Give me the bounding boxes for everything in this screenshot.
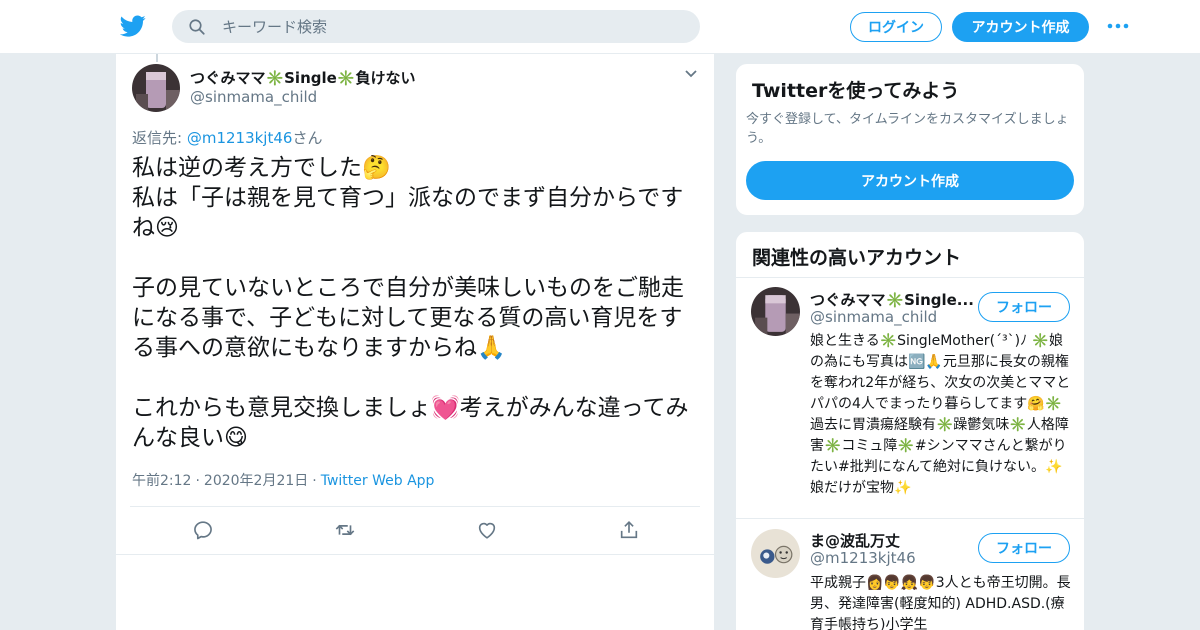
more-dots-icon[interactable] xyxy=(1106,18,1130,34)
related-accounts-card: 関連性の高いアカウント つぐみママ✳️Single... @sinmama_ch… xyxy=(735,231,1085,630)
account-name[interactable]: ま@波乱万丈 xyxy=(810,530,900,551)
follow-button[interactable]: フォロー xyxy=(978,533,1070,563)
retweet-icon[interactable] xyxy=(334,519,356,541)
chevron-down-icon[interactable] xyxy=(683,68,699,80)
signup-card-button[interactable]: アカウント作成 xyxy=(746,161,1074,200)
tweet-source-link[interactable]: Twitter Web App xyxy=(321,473,435,489)
meta-separator: · xyxy=(312,473,317,489)
tweet-metadata: 午前2:12 · 2020年2月21日 · Twitter Web App xyxy=(132,470,434,490)
account-handle[interactable]: @m1213kjt46 xyxy=(810,549,916,567)
signup-card-description: 今すぐ登録して、タイムラインをカスタマイズしましょう。 xyxy=(746,112,1069,146)
search-input[interactable] xyxy=(222,10,682,43)
author-avatar[interactable] xyxy=(132,64,180,112)
related-accounts-title: 関連性の高いアカウント xyxy=(752,247,962,269)
account-avatar[interactable] xyxy=(751,529,800,578)
author-handle[interactable]: @sinmama_child xyxy=(190,88,317,106)
search-icon xyxy=(189,19,205,35)
top-navigation-bar: ログイン アカウント作成 xyxy=(0,0,1200,54)
reply-to-handle-link[interactable]: @m1213kjt46 xyxy=(187,129,293,147)
tweet-bottom-border xyxy=(116,554,714,555)
tweet-time[interactable]: 午前2:12 xyxy=(132,473,191,489)
reply-to-suffix: さん xyxy=(292,129,323,147)
reply-to-line: 返信先: @m1213kjt46さん xyxy=(132,127,322,148)
divider xyxy=(736,518,1084,519)
reply-icon[interactable] xyxy=(192,519,214,541)
signup-card-title: Twitterを使ってみよう xyxy=(752,80,960,102)
divider xyxy=(736,277,1084,278)
signup-button[interactable]: アカウント作成 xyxy=(952,12,1089,42)
divider xyxy=(130,506,700,507)
search-box[interactable] xyxy=(172,10,700,43)
share-icon[interactable] xyxy=(618,519,640,541)
meta-separator: · xyxy=(195,473,200,489)
follow-button[interactable]: フォロー xyxy=(978,292,1070,322)
account-handle[interactable]: @sinmama_child xyxy=(810,308,937,326)
thread-connector-line xyxy=(156,54,158,62)
tweet-column: つぐみママ✳️Single✳️負けない @sinmama_child 返信先: … xyxy=(115,54,715,630)
signup-prompt-card: Twitterを使ってみよう 今すぐ登録して、タイムラインをカスタマイズしましょ… xyxy=(735,63,1085,216)
twitter-bird-icon[interactable] xyxy=(120,13,146,39)
account-name[interactable]: つぐみママ✳️Single... xyxy=(810,289,974,310)
account-bio: 娘と生きる✳️SingleMother(´³`)ﾉ ✳️娘の為にも写真は🆖🙏元旦… xyxy=(810,333,1071,496)
account-avatar[interactable] xyxy=(751,287,800,336)
author-name[interactable]: つぐみママ✳️Single✳️負けない xyxy=(190,67,415,88)
account-bio: 平成親子👩👦👧👦3人とも帝王切開。長男、発達障害(軽度知的) ADHD.ASD.… xyxy=(810,575,1071,630)
reply-to-prefix: 返信先: xyxy=(132,129,187,147)
tweet-text: 私は逆の考え方でした🤔 私は「子は親を見て育つ」派なのでまず自分からですね😢 子… xyxy=(132,155,689,451)
like-icon[interactable] xyxy=(476,519,498,541)
tweet-date[interactable]: 2020年2月21日 xyxy=(204,473,308,489)
login-button[interactable]: ログイン xyxy=(850,12,942,42)
